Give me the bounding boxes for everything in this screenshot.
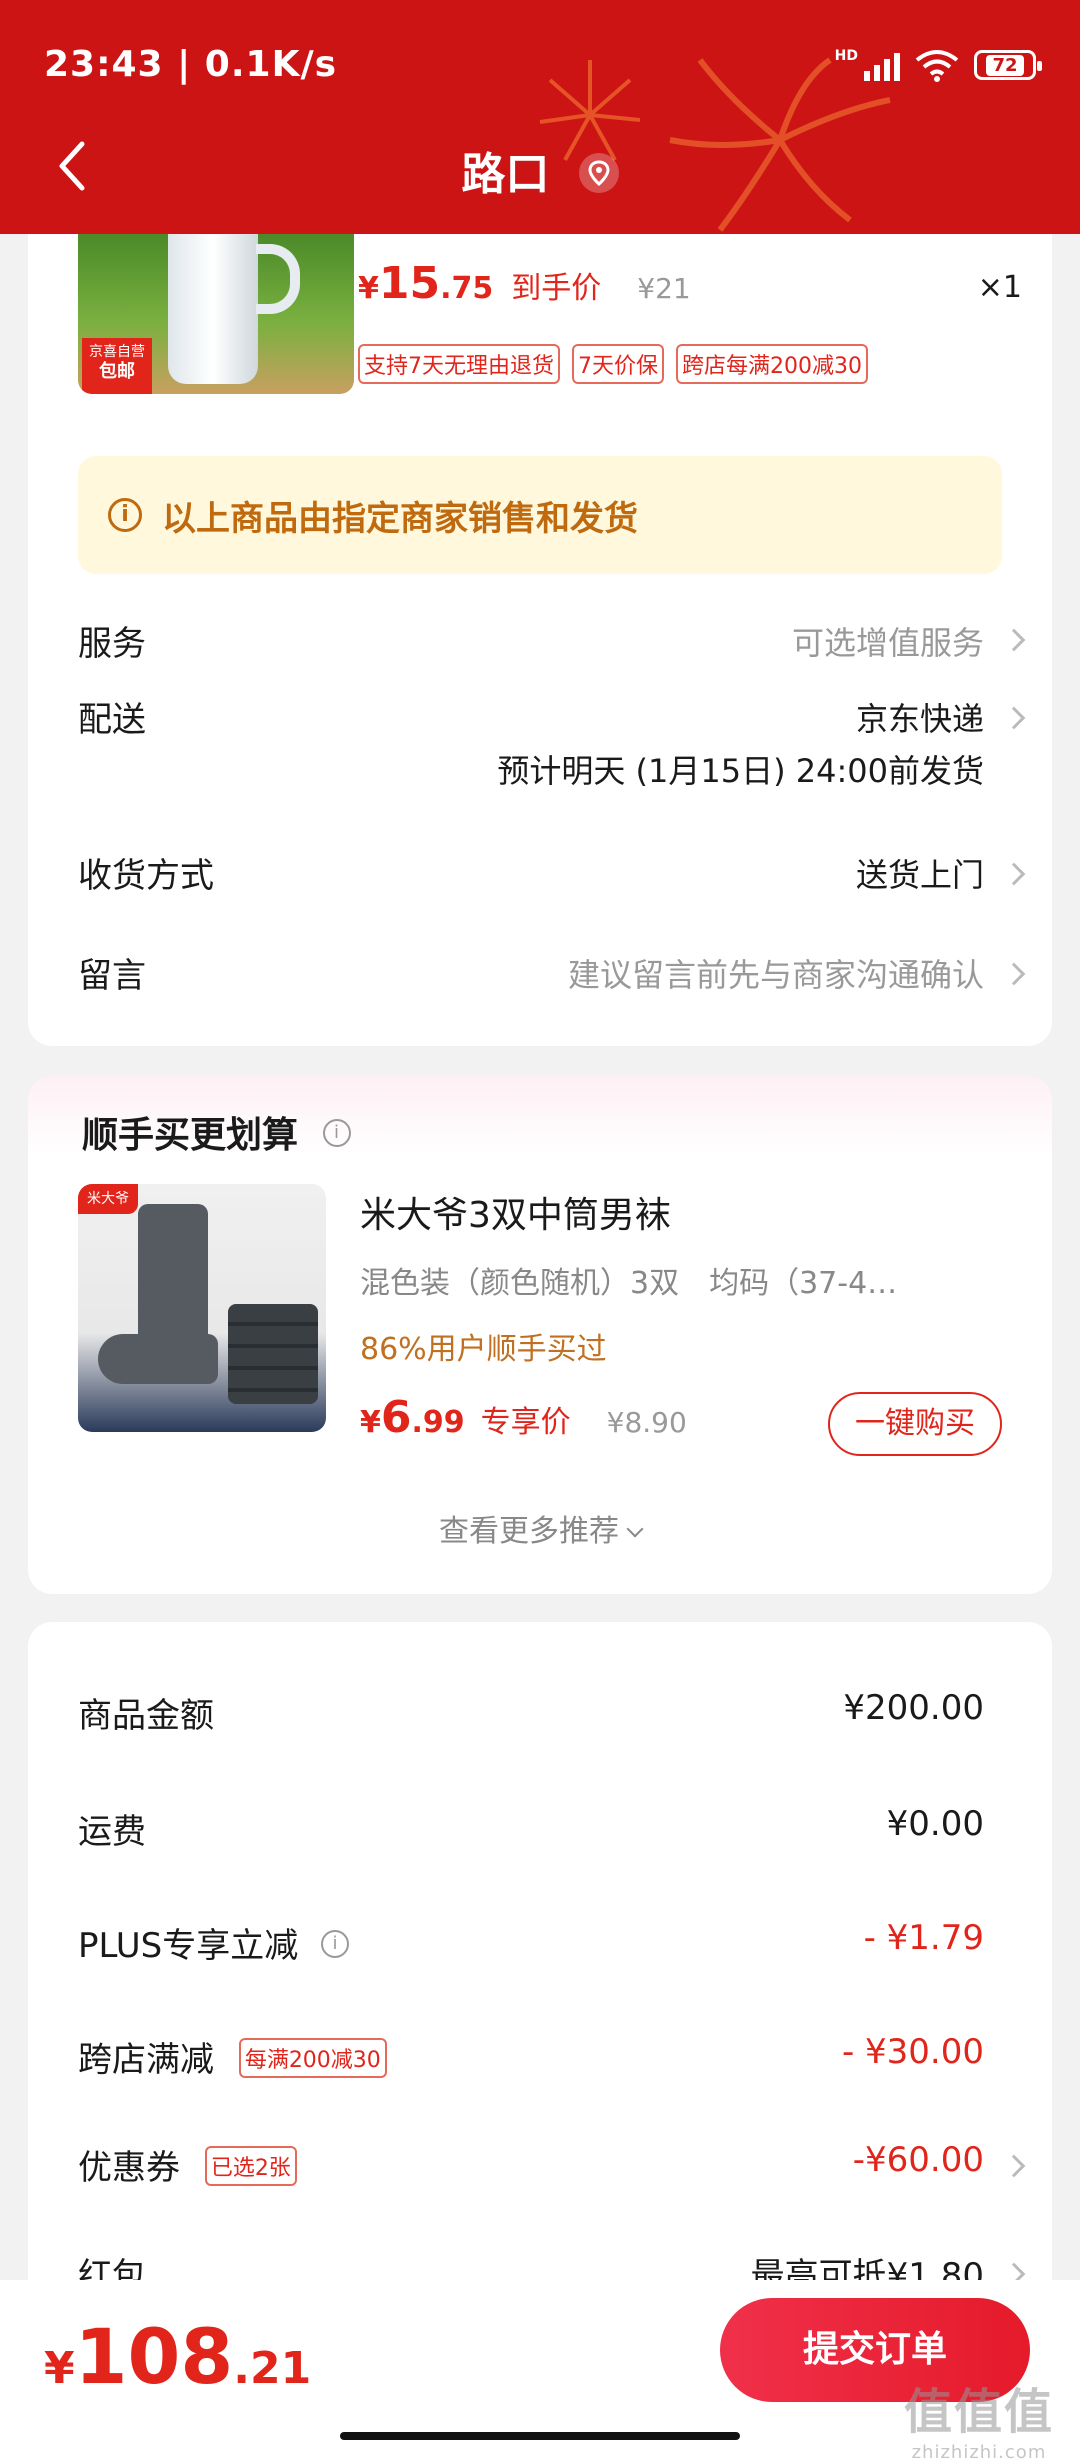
cup-handle-shape bbox=[256, 244, 300, 314]
header-bar: 23:43 | 0.1K/s HD 72 路口 bbox=[0, 0, 1080, 234]
receive-label: 收货方式 bbox=[78, 856, 214, 896]
product-tags: 支持7天无理由退货 7天价保 跨店每满200减30 bbox=[358, 344, 868, 384]
badge-line2: 包邮 bbox=[99, 360, 135, 382]
original-price: ¥8.90 bbox=[606, 1406, 687, 1439]
battery-icon: 72 bbox=[974, 50, 1042, 80]
hd-label: HD bbox=[834, 48, 858, 64]
product-price: ¥ 15 .75 到手价 ¥21 bbox=[358, 258, 691, 309]
total-decimal: .21 bbox=[233, 2343, 312, 2394]
coupon-label[interactable]: 优惠券 已选2张 bbox=[78, 2140, 297, 2190]
signal-icon bbox=[864, 49, 900, 81]
chevron-right-icon[interactable] bbox=[1002, 2154, 1026, 2178]
delivery-label: 配送 bbox=[78, 700, 146, 740]
recommend-title-text: 顺手买更划算 bbox=[82, 1115, 299, 1156]
price-label: 专享价 bbox=[480, 1405, 571, 1440]
watermark: 值值值 zhizhizhi.com bbox=[904, 2372, 1054, 2460]
delivery-value[interactable]: 京东快递 bbox=[856, 694, 984, 740]
status-icons: HD 72 bbox=[834, 48, 1042, 82]
info-icon[interactable]: i bbox=[322, 1119, 351, 1147]
price-currency: ¥ bbox=[358, 271, 379, 306]
page-title[interactable]: 路口 bbox=[0, 138, 1080, 202]
plus-discount-label: PLUS专享立减 i bbox=[78, 1918, 350, 1967]
chevron-right-icon[interactable] bbox=[1002, 962, 1026, 986]
cross-store-label: 跨店满减 每满200减30 bbox=[78, 2032, 387, 2082]
recommend-product-spec: 混色装（颜色随机）3双 均码（37-4… bbox=[360, 1266, 898, 1301]
coupon-text: 优惠券 bbox=[78, 2148, 180, 2188]
cup-shape bbox=[168, 234, 258, 384]
cross-store-value: - ¥30.00 bbox=[841, 2032, 984, 2072]
self-operated-badge: 京喜自营 包邮 bbox=[82, 338, 152, 394]
order-item-card: 京喜自营 包邮 ¥ 15 .75 到手价 ¥21 ×1 支持7天无理由退货 7天… bbox=[28, 234, 1052, 1046]
price-decimal: .99 bbox=[411, 1405, 465, 1440]
receive-value[interactable]: 送货上门 bbox=[856, 850, 984, 896]
service-label: 服务 bbox=[78, 624, 146, 664]
price-summary-card: 商品金额 ¥200.00 运费 ¥0.00 PLUS专享立减 i - ¥1.79… bbox=[28, 1622, 1052, 2382]
seller-notice: i 以上商品由指定商家销售和发货 bbox=[78, 456, 1002, 574]
sock-stack-shape bbox=[228, 1304, 318, 1404]
seller-notice-text: 以上商品由指定商家销售和发货 bbox=[162, 498, 638, 539]
recommend-buy-rate: 86%用户顺手买过 bbox=[360, 1332, 607, 1367]
coupon-tag: 已选2张 bbox=[204, 2145, 297, 2186]
cross-store-text: 跨店满减 bbox=[78, 2040, 214, 2080]
total-currency: ¥ bbox=[44, 2343, 75, 2394]
sock-shape bbox=[138, 1204, 208, 1354]
info-icon[interactable]: i bbox=[321, 1929, 350, 1958]
goods-amount-value: ¥200.00 bbox=[843, 1688, 984, 1728]
location-pin-icon[interactable] bbox=[578, 153, 619, 193]
price-label: 到手价 bbox=[511, 271, 602, 306]
chevron-right-icon[interactable] bbox=[1002, 862, 1026, 886]
goods-amount-label: 商品金额 bbox=[78, 1696, 214, 1736]
total-integer: 108 bbox=[74, 2312, 234, 2401]
price-integer: 15 bbox=[378, 258, 441, 309]
battery-level: 72 bbox=[986, 54, 1024, 76]
coupon-value[interactable]: -¥60.00 bbox=[853, 2140, 984, 2180]
watermark-sub: zhizhizhi.com bbox=[911, 2442, 1047, 2460]
quantity: ×1 bbox=[977, 270, 1022, 305]
price-decimal: .75 bbox=[440, 271, 494, 306]
one-click-buy-button[interactable]: 一键购买 bbox=[828, 1392, 1002, 1456]
recommend-title: 顺手买更划算 i bbox=[82, 1106, 351, 1158]
total-price: ¥ 108 .21 bbox=[44, 2312, 311, 2401]
service-value[interactable]: 可选增值服务 bbox=[792, 618, 984, 664]
home-indicator[interactable] bbox=[340, 2432, 740, 2440]
price-currency: ¥ bbox=[360, 1405, 381, 1440]
tag-price-protect: 7天价保 bbox=[572, 344, 664, 384]
chevron-right-icon[interactable] bbox=[1002, 628, 1026, 652]
more-recommend-link[interactable]: 查看更多推荐 bbox=[28, 1506, 1052, 1550]
more-recommend-text: 查看更多推荐 bbox=[439, 1514, 619, 1549]
original-price: ¥21 bbox=[637, 272, 691, 305]
chevron-right-icon[interactable] bbox=[1002, 706, 1026, 730]
info-icon: i bbox=[108, 498, 142, 532]
watermark-main: 值值值 bbox=[903, 2384, 1054, 2440]
chevron-down-icon bbox=[626, 1520, 644, 1538]
delivery-estimate: 预计明天 (1月15日) 24:00前发货 bbox=[497, 752, 984, 790]
message-label: 留言 bbox=[78, 956, 146, 996]
plus-discount-value: - ¥1.79 bbox=[863, 1918, 984, 1958]
plus-discount-text: PLUS专享立减 bbox=[78, 1926, 299, 1966]
shipping-label: 运费 bbox=[78, 1812, 146, 1852]
wifi-icon bbox=[915, 50, 959, 82]
recommend-price: ¥ 6 .99 专享价 ¥8.90 bbox=[360, 1392, 687, 1443]
tag-cross-store-discount: 跨店每满200减30 bbox=[676, 344, 868, 384]
badge-line1: 京喜自营 bbox=[89, 344, 145, 360]
tag-return: 支持7天无理由退货 bbox=[358, 344, 560, 384]
message-input[interactable]: 建议留言前先与商家沟通确认 bbox=[568, 950, 984, 996]
recommend-product-image[interactable]: 米大爷 bbox=[78, 1184, 326, 1432]
recommend-product-name[interactable]: 米大爷3双中筒男袜 bbox=[360, 1186, 671, 1238]
status-time: 23:43 | 0.1K/s bbox=[44, 44, 338, 85]
brand-badge: 米大爷 bbox=[78, 1184, 138, 1214]
cross-store-tag: 每满200减30 bbox=[238, 2037, 387, 2078]
sock-foot-shape bbox=[98, 1334, 218, 1384]
price-integer: 6 bbox=[380, 1392, 412, 1443]
product-image[interactable]: 京喜自营 包邮 bbox=[78, 234, 354, 394]
shipping-value: ¥0.00 bbox=[886, 1804, 984, 1844]
recommend-card: 顺手买更划算 i 米大爷 米大爷3双中筒男袜 混色装（颜色随机）3双 均码（37… bbox=[28, 1076, 1052, 1594]
page-title-text: 路口 bbox=[461, 149, 550, 200]
